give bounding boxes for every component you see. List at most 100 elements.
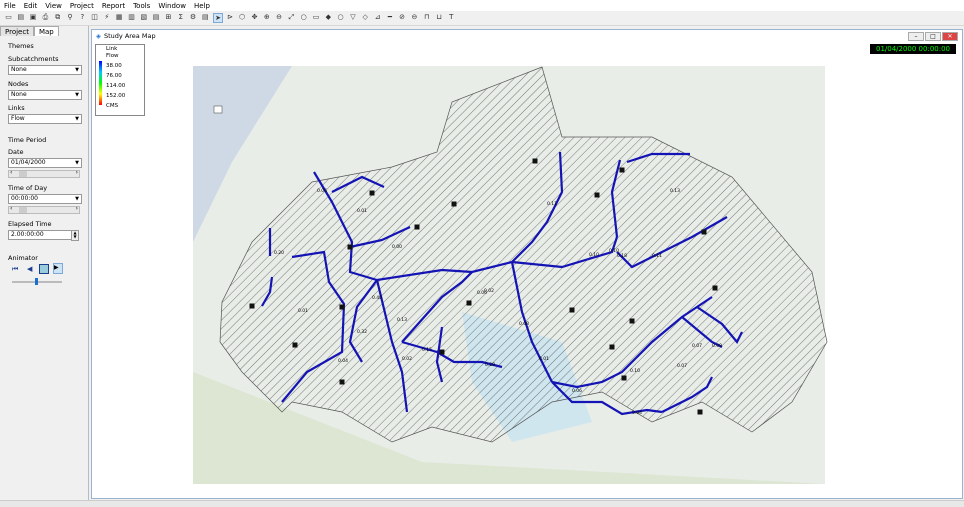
select-icon[interactable]: ➤: [213, 13, 224, 23]
link-flow-label: 0.28: [485, 362, 495, 368]
close-button[interactable]: ✕: [942, 32, 958, 41]
menu-report[interactable]: Report: [98, 2, 129, 10]
pan-icon[interactable]: ✥: [250, 13, 259, 22]
summation-icon[interactable]: Σ: [176, 13, 185, 22]
run-icon[interactable]: ⚡: [102, 13, 111, 22]
tab-project[interactable]: Project: [0, 26, 34, 36]
time-scrollbar[interactable]: ‹ ›: [8, 205, 80, 214]
weir-icon[interactable]: ⊓: [422, 13, 431, 22]
link-flow-label: 0.20: [274, 250, 284, 256]
save-icon[interactable]: ▣: [29, 13, 38, 22]
node-marker[interactable]: [594, 192, 600, 198]
node-marker[interactable]: [701, 229, 707, 235]
outfall-icon[interactable]: ▽: [348, 13, 357, 22]
speed-slider-thumb[interactable]: [35, 278, 38, 285]
legend-value: 114.00: [106, 83, 126, 89]
node-marker[interactable]: [621, 375, 627, 381]
node-marker[interactable]: [414, 224, 420, 230]
map-browser-panel: Project Map Themes Subcatchments None ▼ N…: [0, 26, 89, 500]
chevron-down-icon: ▼: [75, 116, 79, 122]
tab-map[interactable]: Map: [33, 26, 59, 36]
gage-icon[interactable]: ◆: [324, 13, 333, 22]
menu-project[interactable]: Project: [66, 2, 98, 10]
divider-icon[interactable]: ◇: [361, 13, 370, 22]
menu-file[interactable]: File: [0, 2, 20, 10]
table-icon[interactable]: ▤: [152, 13, 161, 22]
link-flow-label: 0.13: [397, 317, 407, 323]
find-icon[interactable]: ⚲: [66, 13, 75, 22]
new-icon[interactable]: ▭: [4, 13, 13, 22]
node-marker[interactable]: [249, 303, 255, 309]
vertex-icon[interactable]: ⊳: [225, 13, 234, 22]
date-select[interactable]: 01/04/2000 ▼: [8, 158, 82, 168]
forward-icon[interactable]: ▶: [53, 263, 63, 274]
node-marker[interactable]: [609, 344, 615, 350]
node-marker[interactable]: [629, 318, 635, 324]
node-marker[interactable]: [292, 342, 298, 348]
link-flow-label: 0.06: [572, 388, 582, 394]
elapsed-time-spinner[interactable]: ▲ ▼: [71, 230, 79, 241]
minimize-button[interactable]: –: [908, 32, 924, 41]
orifice-icon[interactable]: ⊖: [410, 13, 419, 22]
link-flow-label: 0.40: [372, 295, 382, 301]
node-marker[interactable]: [451, 201, 457, 207]
study-area-map-window: ◈ Study Area Map – □ ✕ 01/04/2000 00:00:…: [91, 29, 963, 499]
pump-icon[interactable]: ⊘: [398, 13, 407, 22]
nodes-select[interactable]: None ▼: [8, 90, 82, 100]
time-of-day-select[interactable]: 00:00:00 ▼: [8, 194, 82, 204]
zoomin-icon[interactable]: ⊕: [262, 13, 271, 22]
copy-icon[interactable]: ⧉: [53, 13, 62, 22]
legend-unit: CMS: [106, 103, 119, 109]
node-marker[interactable]: [619, 167, 625, 173]
node-marker[interactable]: [339, 304, 345, 310]
junction-icon[interactable]: ○: [299, 13, 308, 22]
node-marker[interactable]: [466, 300, 472, 306]
subcatchments-select[interactable]: None ▼: [8, 65, 82, 75]
region-icon[interactable]: ⬡: [238, 13, 247, 22]
overview-icon[interactable]: ◫: [90, 13, 99, 22]
map-canvas[interactable]: 0.06 0.01 0.00 0.20 0.01 0.40 0.13 0.32 0.15 0.11…: [92, 42, 962, 498]
timeseries-icon[interactable]: ▥: [127, 13, 136, 22]
menu-window[interactable]: Window: [154, 2, 190, 10]
junction2-icon[interactable]: ○: [336, 13, 345, 22]
label-icon[interactable]: T: [447, 13, 456, 22]
scatter-icon[interactable]: ▧: [139, 13, 148, 22]
link-flow-label: 0.13: [670, 188, 680, 194]
node-marker[interactable]: [712, 285, 718, 291]
outlet-icon[interactable]: ⊔: [435, 13, 444, 22]
node-marker[interactable]: [347, 244, 353, 250]
node-marker[interactable]: [532, 158, 538, 164]
chevron-down-icon: ▼: [75, 196, 79, 202]
menu-help[interactable]: Help: [190, 2, 214, 10]
chevron-down-icon: ▼: [75, 92, 79, 98]
rain-gage-icon[interactable]: [213, 105, 223, 114]
node-marker[interactable]: [369, 190, 375, 196]
profile-icon[interactable]: ▦: [115, 13, 124, 22]
subcatch-icon[interactable]: ▭: [312, 13, 321, 22]
query-icon[interactable]: ?: [78, 13, 87, 22]
maximize-button[interactable]: □: [925, 32, 941, 41]
stop-icon[interactable]: [39, 264, 49, 274]
map-legend: Link Flow 38.00 76.00 114.00 152.00 CMS: [95, 44, 145, 116]
elapsed-time-field[interactable]: 2.00:00:00: [8, 230, 72, 240]
menu-view[interactable]: View: [41, 2, 66, 10]
storage-icon[interactable]: ⊿: [373, 13, 382, 22]
rewind-icon[interactable]: ⏮: [12, 265, 18, 274]
date-scrollbar[interactable]: ‹ ›: [8, 169, 80, 178]
node-marker[interactable]: [697, 409, 703, 415]
open-icon[interactable]: ▤: [16, 13, 25, 22]
node-marker[interactable]: [569, 307, 575, 313]
options-icon[interactable]: ⚙: [189, 13, 198, 22]
statistics-icon[interactable]: ⊞: [164, 13, 173, 22]
node-marker[interactable]: [439, 349, 445, 355]
print-icon[interactable]: ⎙: [41, 13, 50, 22]
node-marker[interactable]: [339, 379, 345, 385]
menu-edit[interactable]: Edit: [20, 2, 42, 10]
links-select[interactable]: Flow ▼: [8, 114, 82, 124]
zoomout-icon[interactable]: ⊖: [275, 13, 284, 22]
report-icon[interactable]: ▤: [201, 13, 210, 22]
back-icon[interactable]: ◀: [27, 265, 32, 273]
conduit-icon[interactable]: ━: [385, 13, 394, 22]
fullextent-icon[interactable]: ⤢: [287, 13, 296, 22]
menu-tools[interactable]: Tools: [129, 2, 154, 10]
